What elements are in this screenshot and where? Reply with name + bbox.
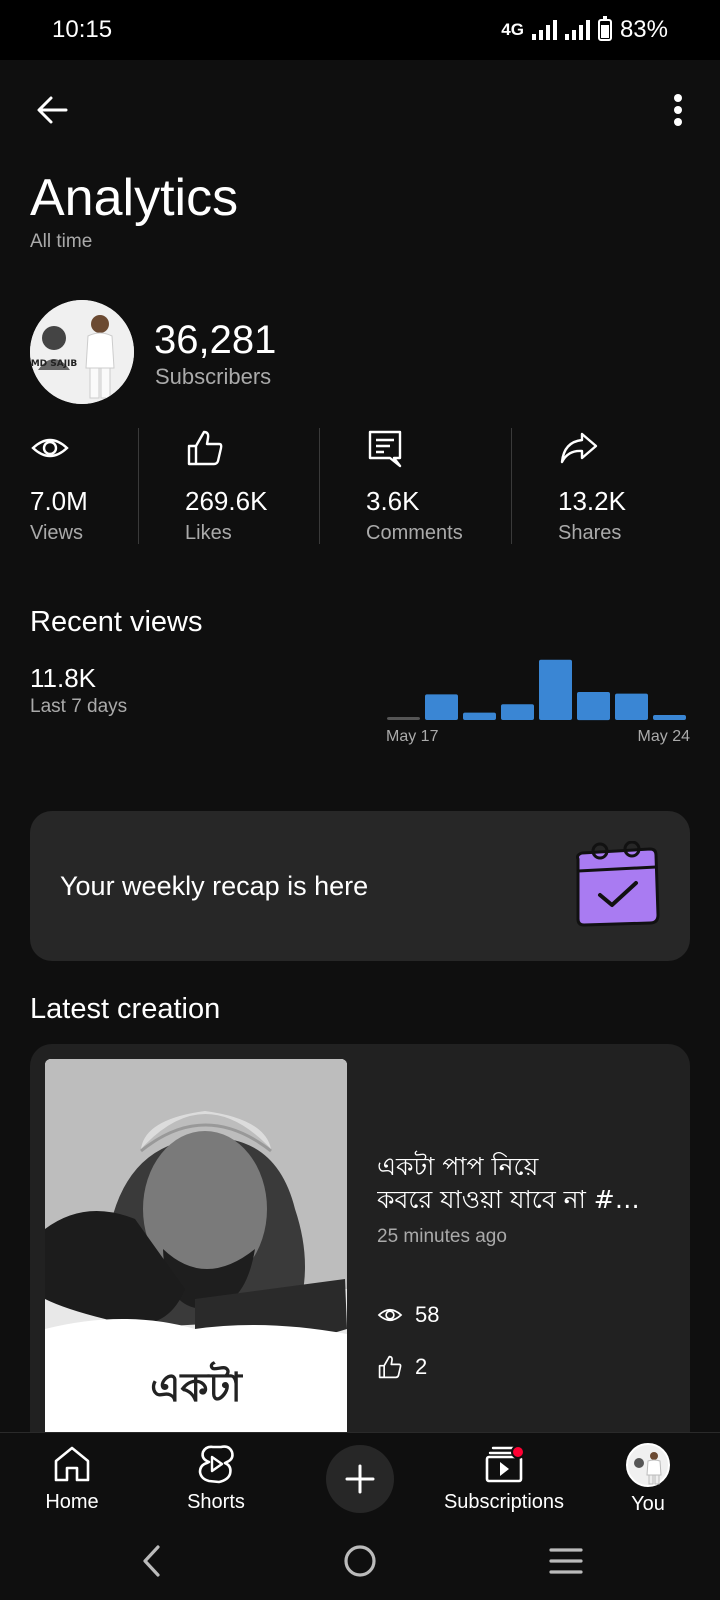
avatar-icon — [626, 1443, 670, 1487]
stat-label: Shares — [558, 522, 622, 544]
video-views: 58 — [377, 1302, 439, 1328]
more-vert-icon — [674, 94, 682, 126]
notification-dot — [511, 1445, 525, 1459]
stat-value: 3.6K — [366, 486, 420, 516]
video-thumbnail-image: একটা — [45, 1059, 347, 1459]
status-bar: 10:15 4G 83% — [0, 0, 720, 60]
network-type: 4G — [501, 20, 524, 39]
calendar-check-icon — [576, 841, 660, 927]
create-button[interactable] — [326, 1445, 394, 1513]
subscriber-label: Subscribers — [155, 364, 272, 389]
nav-label: Shorts — [187, 1491, 245, 1513]
thumbs-up-icon — [378, 1355, 402, 1379]
nav-you[interactable]: You — [612, 1443, 684, 1516]
stat-label: Views — [30, 522, 83, 544]
nav-home[interactable]: Home — [36, 1443, 108, 1514]
recent-views-label: Last 7 days — [30, 696, 128, 717]
status-time: 10:15 — [52, 16, 113, 43]
recent-views-chart[interactable]: May 17 May 24 — [386, 640, 690, 756]
home-icon — [54, 1446, 90, 1482]
thumbs-up-icon — [187, 430, 223, 466]
thumbnail-caption: একটা — [150, 1361, 243, 1411]
video-title-line-2: কবরে যাওয়া যাবে না #… — [377, 1185, 640, 1214]
chart-bar — [463, 712, 496, 720]
divider — [319, 428, 320, 544]
more-options-button[interactable] — [656, 84, 700, 136]
nav-shorts[interactable]: Shorts — [180, 1443, 252, 1514]
page-subtitle: All time — [30, 231, 93, 252]
chart-bar — [501, 704, 534, 720]
chart-x-label-start: May 17 — [386, 728, 439, 745]
chart-x-label-end: May 24 — [637, 728, 690, 745]
shorts-icon — [198, 1445, 234, 1484]
stat-likes[interactable]: 269.6K Likes — [185, 428, 305, 544]
video-views-count: 58 — [415, 1302, 440, 1327]
page-title: Analytics — [30, 169, 239, 227]
latest-creation-heading: Latest creation — [30, 993, 221, 1025]
chart-bar — [615, 693, 648, 720]
stat-views[interactable]: 7.0M Views — [30, 428, 130, 544]
plus-icon — [345, 1464, 375, 1494]
bar-chart — [387, 659, 686, 721]
signal-icon — [531, 20, 557, 40]
video-published-time: 25 minutes ago — [377, 1226, 507, 1247]
subscriber-count: 36,281 — [154, 318, 277, 362]
nav-label: Subscriptions — [443, 1491, 565, 1513]
weekly-recap-card[interactable]: Your weekly recap is here — [30, 811, 690, 961]
status-icons: 4G 83% — [501, 16, 668, 44]
divider — [138, 428, 139, 544]
chart-bar — [387, 717, 420, 720]
video-likes: 2 — [377, 1354, 427, 1380]
channel-avatar[interactable]: MD SAJIB — [30, 300, 134, 404]
recent-views-value: 11.8K — [30, 663, 97, 693]
divider — [511, 428, 512, 544]
nav-subscriptions[interactable]: Subscriptions — [434, 1443, 574, 1514]
weekly-recap-text: Your weekly recap is here — [60, 871, 369, 901]
stat-value: 13.2K — [558, 486, 626, 516]
channel-avatar-image: MD SAJIB — [30, 300, 134, 404]
nav-label: Home — [45, 1491, 99, 1513]
share-icon — [560, 432, 598, 464]
battery-percent: 83% — [619, 16, 668, 43]
stat-shares[interactable]: 13.2K Shares — [558, 428, 658, 544]
nav-label: You — [631, 1493, 665, 1515]
arrow-left-icon — [37, 96, 68, 124]
stat-label: Comments — [366, 522, 463, 544]
battery-icon — [597, 16, 612, 41]
chart-bar — [653, 715, 686, 720]
video-likes-count: 2 — [415, 1354, 428, 1379]
eye-icon — [377, 1308, 403, 1322]
system-recents-icon[interactable] — [548, 1546, 584, 1576]
signal-icon-2 — [564, 20, 590, 40]
chart-bar — [539, 659, 572, 720]
video-thumbnail[interactable]: একটা — [45, 1059, 347, 1459]
recent-views-heading: Recent views — [30, 606, 203, 638]
system-back-icon[interactable] — [138, 1544, 166, 1578]
system-nav-bar — [0, 1524, 720, 1600]
chart-bar — [577, 692, 610, 721]
video-title-line-1: একটা পাপ নিয়ে — [377, 1152, 539, 1181]
system-home-icon[interactable] — [343, 1544, 377, 1578]
stat-label: Likes — [185, 522, 232, 544]
comment-icon — [368, 430, 402, 468]
video-title[interactable]: একটা পাপ নিয়ে কবরে যাওয়া যাবে না #… — [377, 1150, 667, 1216]
eye-icon — [31, 438, 69, 458]
back-button[interactable] — [26, 84, 78, 136]
stat-comments[interactable]: 3.6K Comments — [366, 428, 486, 544]
chart-bar — [425, 694, 458, 720]
stat-value: 269.6K — [185, 486, 268, 516]
bottom-nav: Home Shorts Subscriptions You — [0, 1432, 720, 1524]
avatar-text: MD SAJIB — [31, 359, 78, 369]
stat-value: 7.0M — [30, 486, 88, 516]
